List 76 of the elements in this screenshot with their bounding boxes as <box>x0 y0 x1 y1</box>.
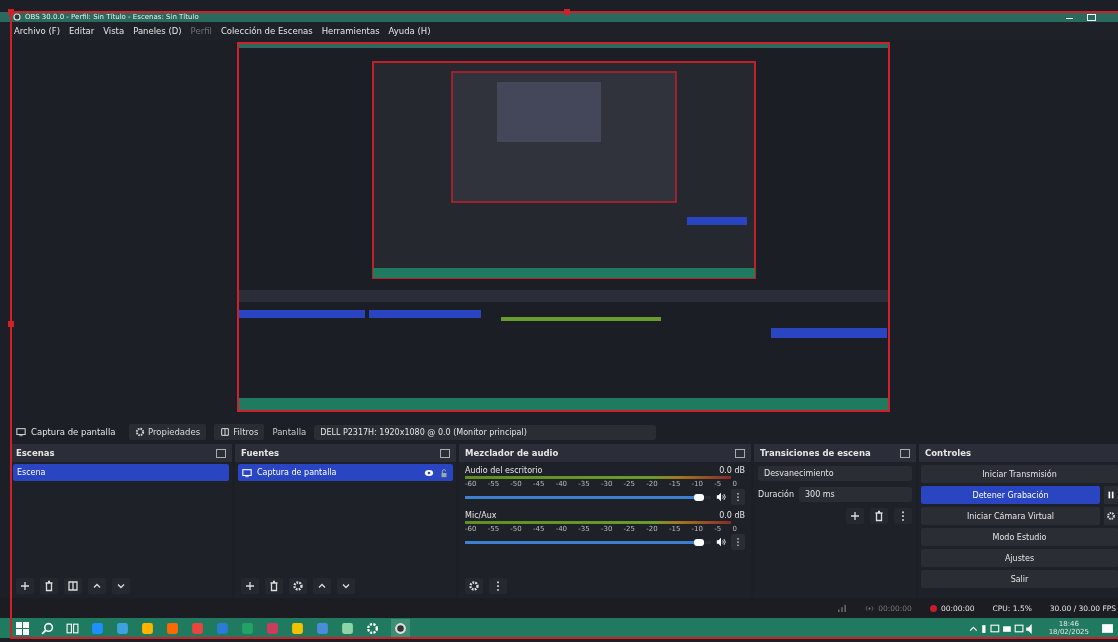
control-button[interactable]: Ajustes <box>921 549 1118 567</box>
display-dropdown[interactable]: DELL P2317H: 1920x1080 @ 0.0 (Monitor principal) <box>314 424 657 440</box>
duration-label: Duración <box>758 490 794 499</box>
transition-dropdown[interactable]: Desvanecimiento <box>758 466 912 481</box>
eye-icon[interactable] <box>424 467 434 478</box>
settings-icon[interactable] <box>289 578 307 594</box>
channel-name: Audio del escritorio <box>465 466 543 475</box>
source-name: Captura de pantalla <box>31 427 116 437</box>
control-button[interactable]: Salir <box>921 570 1118 588</box>
filter-icon[interactable] <box>64 578 82 594</box>
menu-item[interactable]: Editar <box>69 26 95 36</box>
scene-item[interactable]: Escena <box>13 464 229 481</box>
logo-icon <box>13 13 21 21</box>
dock-title: Escenas <box>16 448 55 458</box>
notification-icon[interactable] <box>1101 621 1114 635</box>
task-view-icon[interactable] <box>66 621 79 635</box>
move-down-icon[interactable] <box>112 578 130 594</box>
undock-icon[interactable] <box>735 448 745 458</box>
monitor-icon <box>242 467 252 478</box>
menu-item[interactable]: Archivo (F) <box>14 26 60 36</box>
search-icon[interactable] <box>41 621 54 635</box>
control-button[interactable]: Iniciar Cámara Virtual <box>921 507 1100 525</box>
more-icon[interactable] <box>489 578 507 594</box>
channel-reading: 0.0 dB <box>719 511 745 520</box>
monitor-icon <box>16 427 26 437</box>
settings-icon[interactable] <box>1104 507 1118 525</box>
more-icon[interactable] <box>731 489 745 505</box>
trash-icon[interactable] <box>265 578 283 594</box>
channel-name: Mic/Aux <box>465 511 497 520</box>
more-icon[interactable] <box>894 508 912 524</box>
undock-icon[interactable] <box>216 448 226 458</box>
add-icon[interactable] <box>16 578 34 594</box>
dock-title: Mezclador de audio <box>465 448 559 458</box>
menu-item[interactable]: Ayuda (H) <box>388 26 431 36</box>
menu-item[interactable]: Paneles (D) <box>133 26 182 36</box>
signal-icon <box>837 604 848 612</box>
gear-icon[interactable] <box>366 621 379 635</box>
minimize-button[interactable] <box>1066 17 1073 19</box>
dock-title: Transiciones de escena <box>760 448 871 458</box>
trash-icon[interactable] <box>870 508 888 524</box>
broadcast-icon <box>865 603 875 613</box>
duration-field[interactable]: 300 ms <box>799 487 912 502</box>
channel-reading: 0.0 dB <box>719 466 745 475</box>
display-label: Pantalla <box>272 427 307 437</box>
speaker-icon[interactable] <box>716 492 726 502</box>
move-up-icon[interactable] <box>88 578 106 594</box>
trash-icon[interactable] <box>40 578 58 594</box>
move-down-icon[interactable] <box>337 578 355 594</box>
maximize-button[interactable] <box>1087 13 1096 21</box>
filter-icon <box>220 427 231 437</box>
filters-button[interactable]: Filtros <box>214 424 265 440</box>
speaker-icon[interactable] <box>716 537 726 547</box>
record-icon <box>929 604 937 612</box>
lock-icon[interactable] <box>439 467 449 478</box>
control-button[interactable]: Detener Grabación <box>921 486 1100 504</box>
dock-title: Controles <box>925 448 971 458</box>
app-icon[interactable] <box>391 618 410 638</box>
gear-icon <box>135 427 145 437</box>
add-icon[interactable] <box>846 508 864 524</box>
add-icon[interactable] <box>241 578 259 594</box>
menu-item[interactable]: Colección de Escenas <box>220 26 313 36</box>
control-button[interactable]: Iniciar Transmisión <box>921 465 1118 483</box>
settings-icon[interactable] <box>465 578 483 594</box>
undock-icon[interactable] <box>440 448 450 458</box>
pause-icon[interactable] <box>1104 486 1118 504</box>
properties-button[interactable]: Propiedades <box>129 424 207 440</box>
more-icon[interactable] <box>731 534 745 550</box>
windows-logo-icon[interactable] <box>16 621 29 635</box>
source-item[interactable]: Captura de pantalla <box>238 464 453 481</box>
move-up-icon[interactable] <box>313 578 331 594</box>
menu-item[interactable]: Vista <box>103 26 125 36</box>
dock-title: Fuentes <box>241 448 280 458</box>
menu-item[interactable]: Herramientas <box>321 26 380 36</box>
source-label: Captura de pantalla <box>257 468 338 477</box>
control-button[interactable]: Modo Estudio <box>921 528 1118 546</box>
undock-icon[interactable] <box>900 448 910 458</box>
